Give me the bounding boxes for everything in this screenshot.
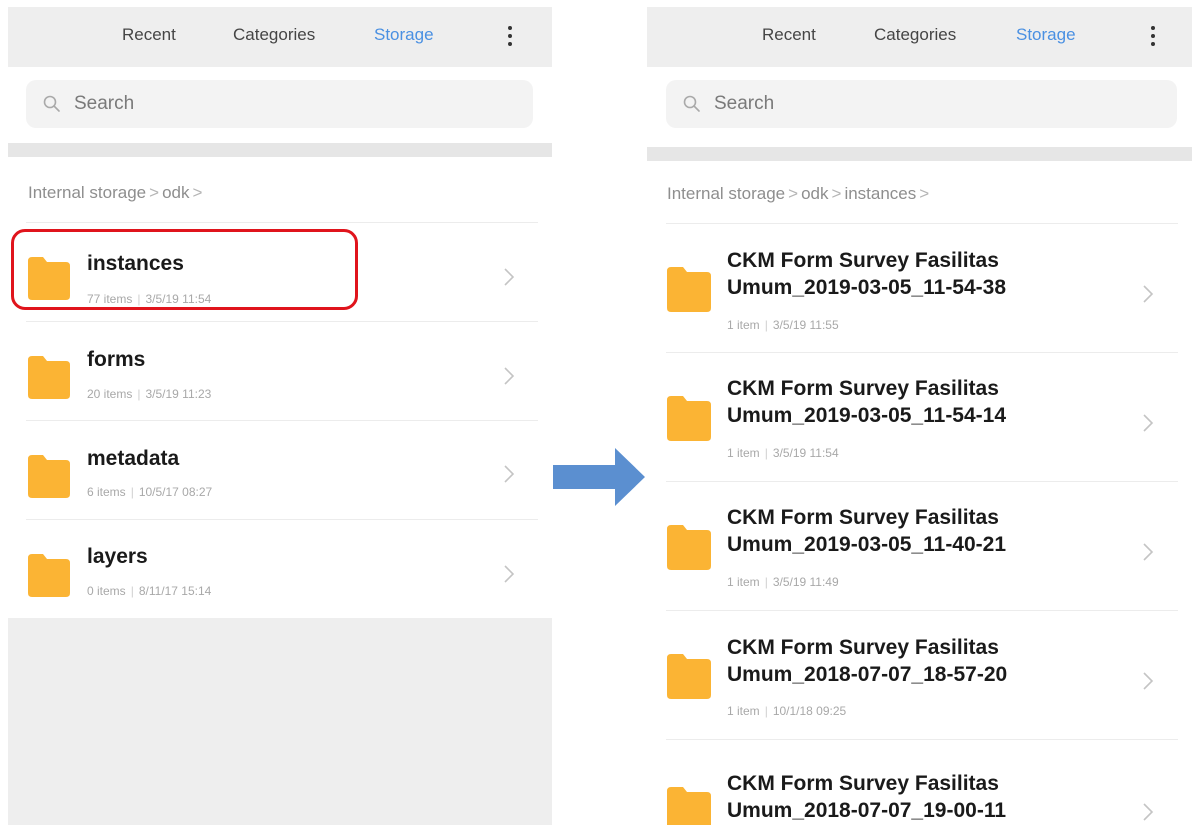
folder-meta: 1 item | 3/5/19 11:54: [727, 446, 839, 460]
folder-row-instances[interactable]: instances 77 items | 3/5/19 11:54: [8, 223, 552, 321]
search-icon: [43, 95, 60, 112]
top-tab-bar: Recent Categories Storage: [647, 7, 1192, 67]
folder-meta: 1 item | 10/1/18 09:25: [727, 704, 847, 718]
top-tab-bar: Recent Categories Storage: [8, 7, 552, 67]
comparison-canvas: Recent Categories Storage Search Interna…: [0, 0, 1192, 825]
modified-date: 3/5/19 11:23: [145, 387, 212, 401]
folder-icon: [28, 553, 70, 597]
folder-row[interactable]: CKM Form Survey Fasilitas Umum_2018-07-0…: [647, 740, 1192, 825]
search-icon: [683, 95, 700, 112]
chevron-right-icon: [1143, 803, 1154, 821]
folder-meta: 6 items | 10/5/17 08:27: [87, 485, 213, 499]
folder-meta: 0 items | 8/11/17 15:14: [87, 584, 212, 598]
modified-date: 3/5/19 11:55: [772, 318, 839, 332]
modified-date: 10/5/17 08:27: [138, 485, 213, 499]
empty-list-area: [8, 618, 552, 825]
tab-categories[interactable]: Categories: [874, 25, 956, 45]
folder-icon: [28, 454, 70, 498]
section-divider: [647, 147, 1192, 161]
left-phone-screen: Recent Categories Storage Search Interna…: [8, 7, 552, 825]
folder-meta: 77 items | 3/5/19 11:54: [87, 292, 212, 306]
folder-name: layers: [87, 545, 148, 568]
folder-icon: [667, 395, 711, 441]
breadcrumb-odk[interactable]: odk: [801, 184, 828, 203]
folder-meta: 1 item | 3/5/19 11:55: [727, 318, 839, 332]
tab-recent[interactable]: Recent: [122, 25, 176, 45]
search-band: Search: [647, 67, 1192, 157]
item-count: 0 items: [87, 584, 126, 598]
chevron-right-icon: [1143, 543, 1154, 561]
item-count: 1 item: [727, 575, 760, 589]
folder-icon: [28, 355, 70, 399]
folder-icon: [667, 524, 711, 570]
tab-categories[interactable]: Categories: [233, 25, 315, 45]
folder-name-line1: CKM Form Survey Fasilitas: [727, 636, 999, 659]
breadcrumb: Internal storage > odk > instances >: [667, 184, 930, 203]
folder-name-line1: CKM Form Survey Fasilitas: [727, 506, 999, 529]
search-input[interactable]: Search: [26, 80, 533, 128]
chevron-right-icon: [1143, 672, 1154, 690]
breadcrumb-odk[interactable]: odk: [162, 183, 189, 202]
item-count: 1 item: [727, 446, 760, 460]
folder-name: forms: [87, 348, 146, 371]
modified-date: 3/5/19 11:54: [145, 292, 212, 306]
right-phone-screen: Recent Categories Storage Search Interna…: [647, 7, 1192, 825]
more-vert-icon[interactable]: [498, 19, 522, 53]
chevron-right-icon: [504, 565, 515, 583]
folder-name-line1: CKM Form Survey Fasilitas: [727, 249, 999, 272]
modified-date: 8/11/17 15:14: [138, 584, 212, 598]
folder-row-metadata[interactable]: metadata 6 items | 10/5/17 08:27: [8, 421, 552, 520]
folder-row[interactable]: CKM Form Survey Fasilitas Umum_2018-07-0…: [647, 611, 1192, 739]
chevron-right-icon: [504, 268, 515, 286]
item-count: 6 items: [87, 485, 126, 499]
folder-name-line1: CKM Form Survey Fasilitas: [727, 377, 999, 400]
folder-icon: [667, 266, 711, 312]
right-arrow-icon: [553, 448, 645, 506]
folder-icon: [28, 256, 70, 300]
section-divider: [8, 143, 552, 157]
breadcrumb: Internal storage > odk >: [28, 183, 203, 202]
folder-meta: 20 items | 3/5/19 11:23: [87, 387, 212, 401]
tab-storage[interactable]: Storage: [374, 25, 434, 45]
item-count: 20 items: [87, 387, 133, 401]
breadcrumb-internal-storage[interactable]: Internal storage: [667, 184, 785, 203]
chevron-right-icon: [504, 465, 515, 483]
more-vert-icon[interactable]: [1141, 19, 1165, 53]
modified-date: 3/5/19 11:54: [772, 446, 839, 460]
tab-storage[interactable]: Storage: [1016, 25, 1076, 45]
item-count: 1 item: [727, 704, 760, 718]
folder-name-line2: Umum_2018-07-07_19-00-11: [727, 799, 1007, 822]
folder-row[interactable]: CKM Form Survey Fasilitas Umum_2019-03-0…: [647, 482, 1192, 610]
search-input[interactable]: Search: [666, 80, 1177, 128]
search-placeholder: Search: [714, 93, 775, 114]
tab-recent[interactable]: Recent: [762, 25, 816, 45]
folder-name-line2: Umum_2019-03-05_11-54-38: [727, 276, 1007, 299]
chevron-right-icon: [504, 367, 515, 385]
folder-name-line2: Umum_2018-07-07_18-57-20: [727, 663, 1008, 686]
breadcrumb-internal-storage[interactable]: Internal storage: [28, 183, 146, 202]
folder-name-line1: CKM Form Survey Fasilitas: [727, 772, 999, 795]
folder-name-line2: Umum_2019-03-05_11-54-14: [727, 404, 1007, 427]
breadcrumb-instances[interactable]: instances: [844, 184, 916, 203]
folder-row-forms[interactable]: forms 20 items | 3/5/19 11:23: [8, 322, 552, 421]
folder-row-layers[interactable]: layers 0 items | 8/11/17 15:14: [8, 520, 552, 618]
modified-date: 3/5/19 11:49: [772, 575, 839, 589]
folder-row[interactable]: CKM Form Survey Fasilitas Umum_2019-03-0…: [647, 353, 1192, 481]
folder-icon: [667, 653, 711, 699]
item-count: 77 items: [87, 292, 133, 306]
folder-icon: [667, 786, 711, 825]
folder-name: metadata: [87, 447, 180, 470]
chevron-right-icon: [1143, 414, 1154, 432]
item-count: 1 item: [727, 318, 760, 332]
search-placeholder: Search: [74, 93, 135, 114]
folder-name: instances: [87, 252, 184, 275]
folder-name-line2: Umum_2019-03-05_11-40-21: [727, 533, 1007, 556]
folder-row[interactable]: CKM Form Survey Fasilitas Umum_2019-03-0…: [647, 224, 1192, 352]
folder-meta: 1 item | 3/5/19 11:49: [727, 575, 839, 589]
modified-date: 10/1/18 09:25: [772, 704, 847, 718]
chevron-right-icon: [1143, 285, 1154, 303]
